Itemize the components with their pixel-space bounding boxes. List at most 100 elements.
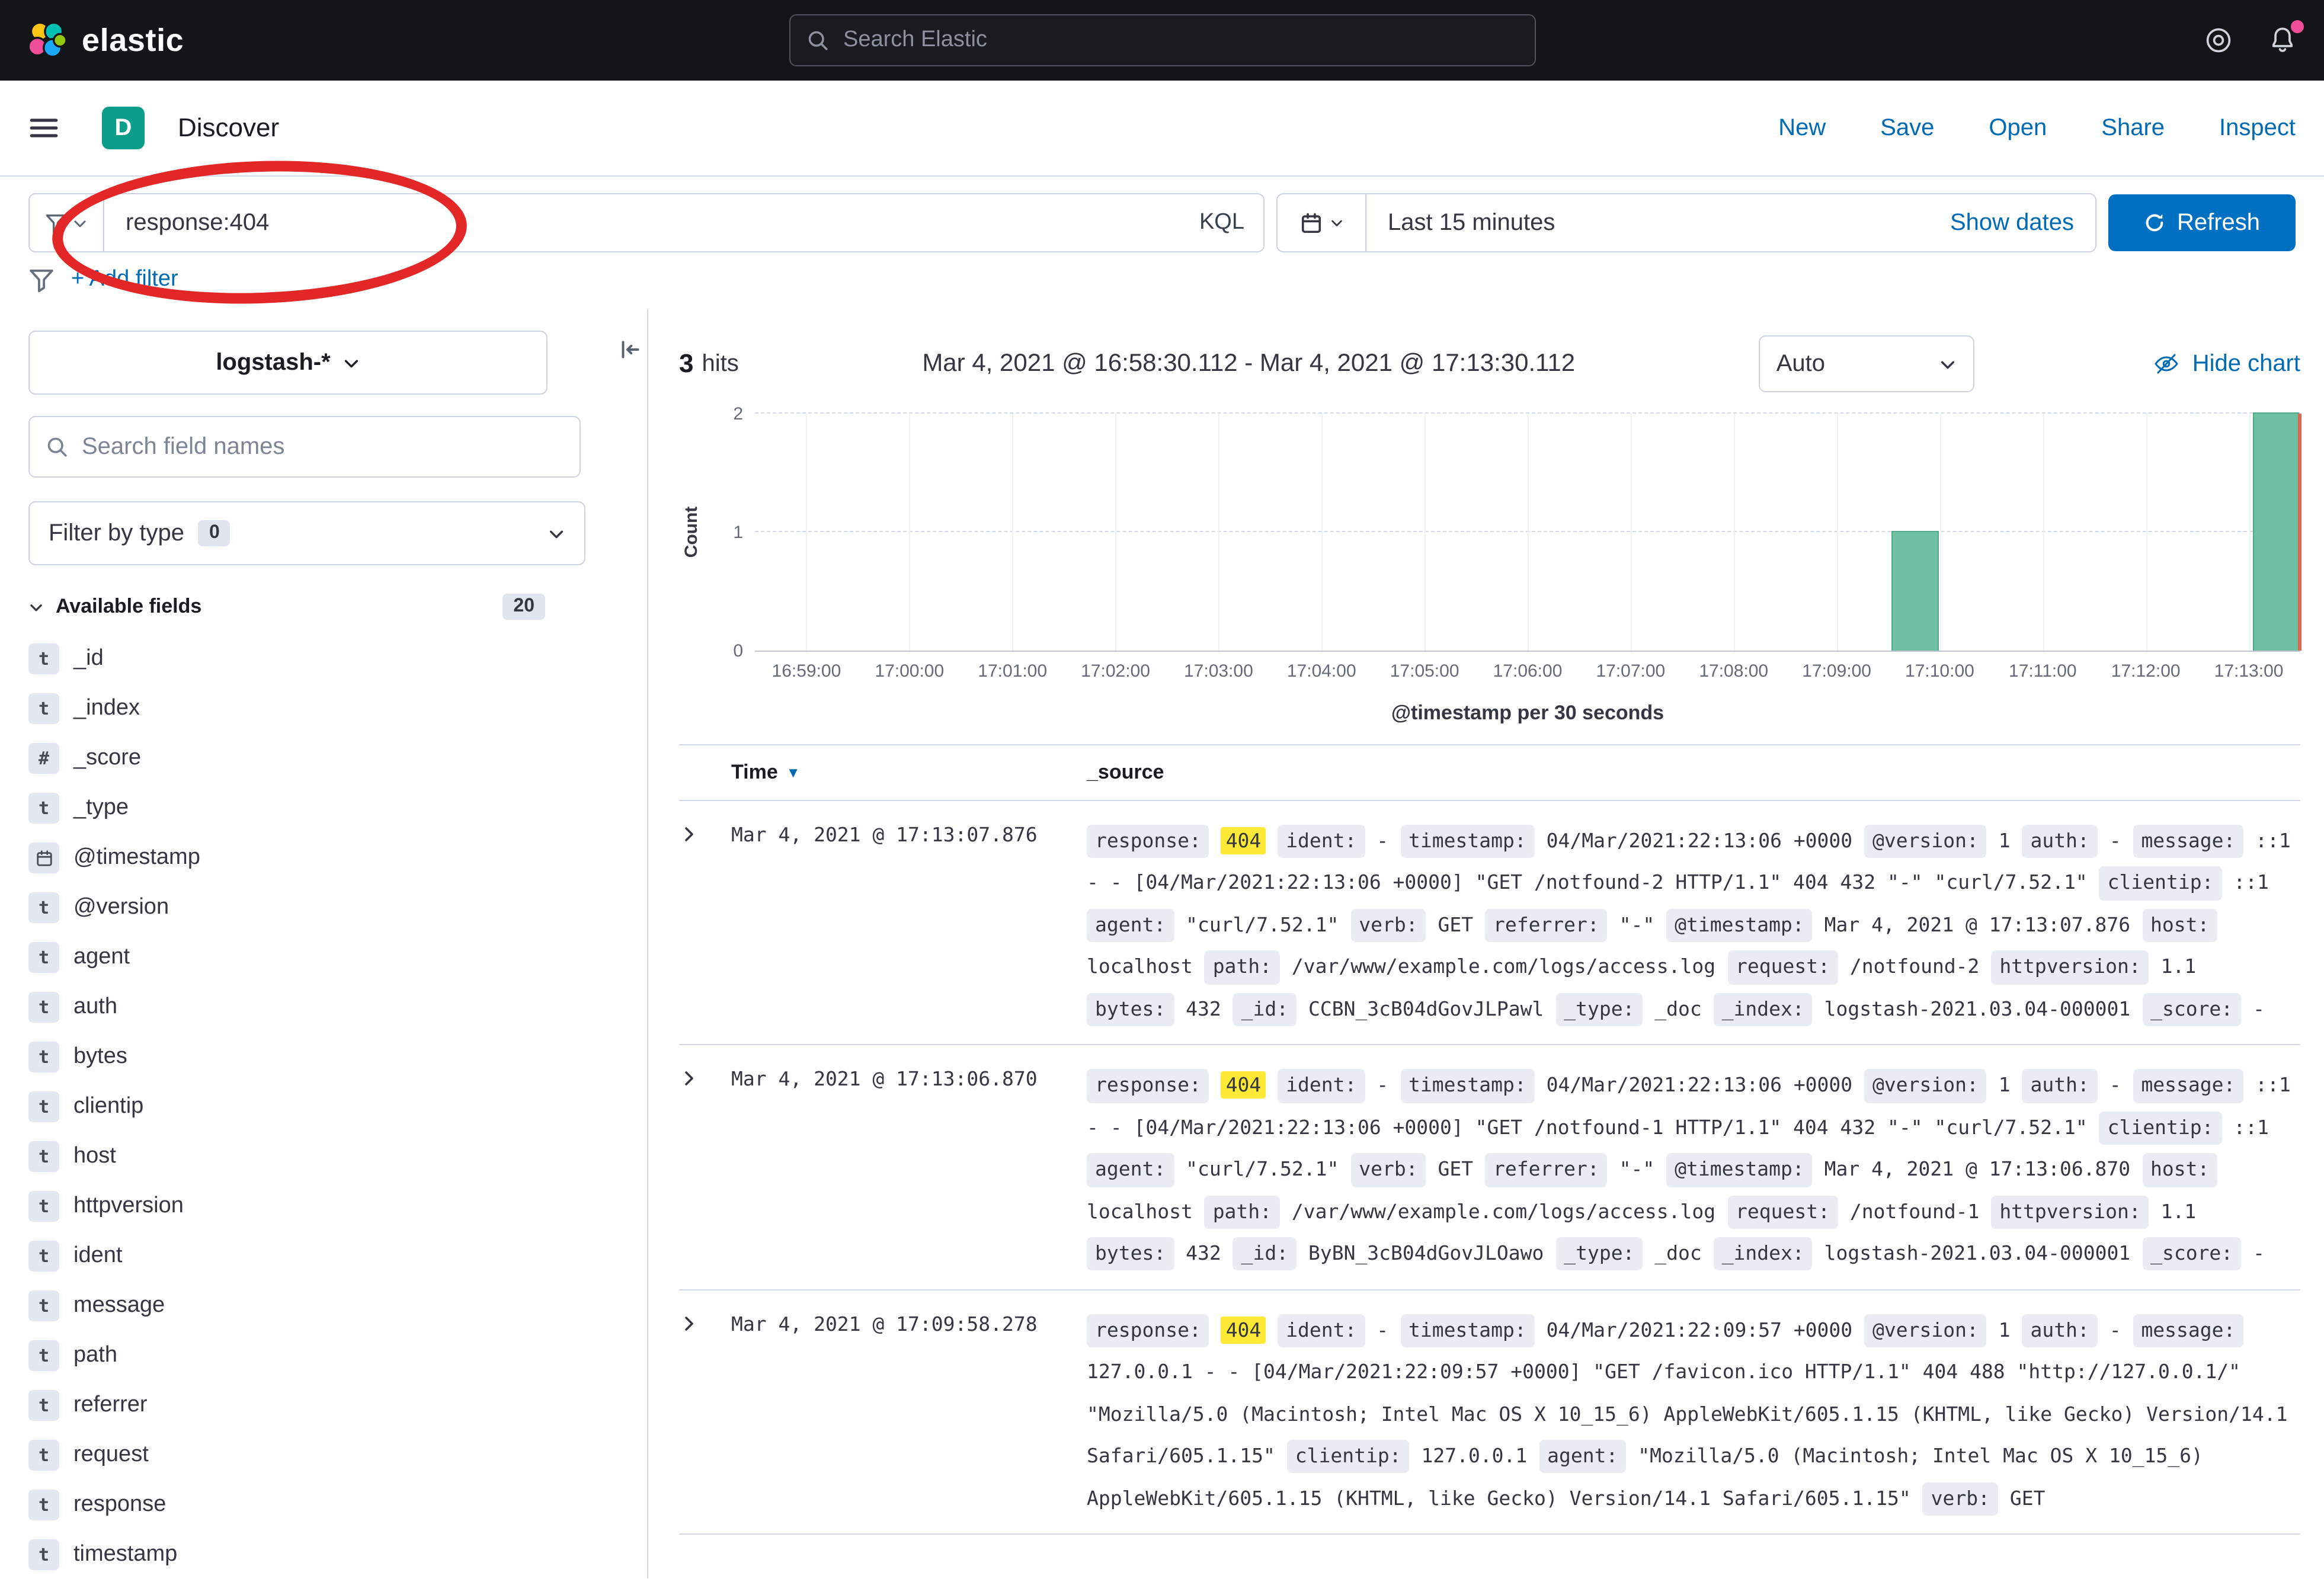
chart-v-gridline	[2043, 414, 2044, 651]
filter-row: + Add filter	[0, 264, 2324, 309]
nav-action-share[interactable]: Share	[2101, 114, 2165, 142]
field-key-badge: auth:	[2022, 1314, 2097, 1347]
kql-query-input[interactable]	[104, 208, 1180, 238]
field-item-auth[interactable]: tauth	[28, 982, 619, 1032]
discover-main: 3 hits Mar 4, 2021 @ 16:58:30.112 - Mar …	[648, 309, 2324, 1578]
kql-toggle[interactable]: KQL	[1180, 210, 1263, 236]
field-item-bytes[interactable]: tbytes	[28, 1032, 619, 1082]
time-column-header[interactable]: Time ▼	[731, 761, 1087, 784]
refresh-button[interactable]: Refresh	[2108, 194, 2296, 251]
time-range-value[interactable]: Last 15 minutes	[1366, 209, 1950, 236]
nav-action-inspect[interactable]: Inspect	[2219, 114, 2296, 142]
expand-row-button[interactable]	[679, 1065, 731, 1088]
field-search-input[interactable]	[79, 432, 563, 462]
field-key-badge: _index:	[1714, 993, 1813, 1027]
date-picker[interactable]: Last 15 minutes Show dates	[1276, 193, 2096, 252]
chart-v-gridline	[1321, 414, 1323, 651]
field-key-badge: response:	[1087, 825, 1209, 859]
global-search-input[interactable]	[841, 26, 1518, 55]
chart-v-gridline	[1116, 414, 1117, 651]
content-area: logstash-* Filter by type 0	[0, 309, 2324, 1578]
chart-v-gridline	[2146, 414, 2147, 651]
hits-row: 3 hits Mar 4, 2021 @ 16:58:30.112 - Mar …	[679, 335, 2300, 392]
field-key-badge: message:	[2133, 825, 2243, 859]
fields-sidebar: logstash-* Filter by type 0	[0, 309, 648, 1578]
index-pattern-name: logstash-*	[216, 349, 330, 376]
menu-hamburger-icon[interactable]	[28, 113, 59, 143]
add-filter-button[interactable]: + Add filter	[71, 267, 178, 293]
field-item-request[interactable]: trequest	[28, 1430, 619, 1480]
field-item-ident[interactable]: tident	[28, 1231, 619, 1281]
show-dates-button[interactable]: Show dates	[1950, 209, 2095, 236]
field-key-badge: request:	[1727, 1196, 1838, 1229]
quick-select-button[interactable]	[1278, 194, 1366, 251]
text-field-icon: t	[28, 1340, 59, 1371]
x-axis-tick: 17:07:00	[1596, 661, 1665, 681]
histogram-chart: Count 012	[679, 414, 2300, 652]
elastic-brand[interactable]: elastic	[26, 20, 184, 60]
x-axis-tick: 17:08:00	[1699, 661, 1768, 681]
cloud-deployment-icon[interactable]	[2203, 25, 2234, 56]
field-item-@timestamp[interactable]: @timestamp	[28, 833, 619, 883]
text-field-icon: t	[28, 643, 59, 674]
expand-row-button[interactable]	[679, 1309, 731, 1333]
query-input-box[interactable]: KQL	[28, 193, 1265, 252]
histogram-bar[interactable]	[1892, 531, 1939, 651]
nav-action-open[interactable]: Open	[1989, 114, 2047, 142]
field-item-timestamp[interactable]: ttimestamp	[28, 1530, 619, 1578]
interval-select[interactable]: Auto	[1759, 335, 1974, 392]
field-key-badge: ident:	[1278, 825, 1365, 859]
field-item-referrer[interactable]: treferrer	[28, 1381, 619, 1430]
global-search[interactable]	[789, 14, 1535, 66]
notifications-bell-icon[interactable]	[2267, 25, 2298, 56]
nav-action-new[interactable]: New	[1778, 114, 1826, 142]
chevron-down-icon	[72, 215, 88, 230]
documents-table: Time ▼ _source Mar 4, 2021 @ 17:13:07.87…	[679, 744, 2300, 1535]
field-key-badge: verb:	[1350, 909, 1426, 943]
field-name: referrer	[73, 1392, 148, 1418]
field-name: ident	[73, 1243, 122, 1269]
field-key-badge: message:	[2133, 1314, 2243, 1347]
field-item-@version[interactable]: t@version	[28, 883, 619, 933]
field-name: _score	[73, 745, 141, 771]
field-name: httpversion	[73, 1193, 184, 1219]
text-field-icon: t	[28, 1440, 59, 1471]
field-item-response[interactable]: tresponse	[28, 1480, 619, 1530]
expand-row-button[interactable]	[679, 820, 731, 844]
chart-v-gridline	[806, 414, 808, 651]
x-axis-tick: 17:05:00	[1390, 661, 1459, 681]
field-item-_id[interactable]: t_id	[28, 634, 619, 684]
filter-funnel-icon[interactable]	[28, 267, 55, 293]
discover-app-badge[interactable]: D	[102, 107, 145, 149]
field-item-_score[interactable]: #_score	[28, 734, 619, 783]
field-item-httpversion[interactable]: thttpversion	[28, 1181, 619, 1231]
table-header: Time ▼ _source	[679, 744, 2300, 801]
collapse-sidebar-icon[interactable]	[619, 338, 642, 361]
field-key-badge: agent:	[1087, 1154, 1174, 1187]
refresh-icon	[2144, 212, 2165, 233]
field-item-_index[interactable]: t_index	[28, 684, 619, 734]
index-pattern-select[interactable]: logstash-*	[28, 331, 548, 395]
saved-query-menu-button[interactable]	[30, 194, 104, 251]
field-key-badge: clientip:	[2099, 1112, 2222, 1145]
hide-chart-button[interactable]: Hide chart	[2152, 350, 2300, 378]
text-field-icon: t	[28, 1091, 59, 1122]
histogram-bar[interactable]	[2252, 412, 2299, 651]
field-name: _index	[73, 696, 140, 722]
field-item-agent[interactable]: tagent	[28, 933, 619, 982]
field-item-_type[interactable]: t_type	[28, 783, 619, 833]
field-item-path[interactable]: tpath	[28, 1331, 619, 1381]
chart-v-gridline	[1013, 414, 1014, 651]
nav-action-save[interactable]: Save	[1880, 114, 1934, 142]
field-key-badge: bytes:	[1087, 993, 1174, 1027]
field-item-message[interactable]: tmessage	[28, 1281, 619, 1331]
available-fields-header[interactable]: Available fields 20	[28, 594, 545, 620]
filter-by-type-select[interactable]: Filter by type 0	[28, 501, 585, 565]
field-key-badge: @version:	[1864, 1314, 1987, 1347]
refresh-label: Refresh	[2177, 209, 2260, 236]
text-field-icon: t	[28, 1290, 59, 1321]
field-item-clientip[interactable]: tclientip	[28, 1082, 619, 1132]
field-search-box[interactable]	[28, 416, 581, 478]
source-column-header: _source	[1087, 761, 2300, 784]
field-item-host[interactable]: thost	[28, 1132, 619, 1181]
